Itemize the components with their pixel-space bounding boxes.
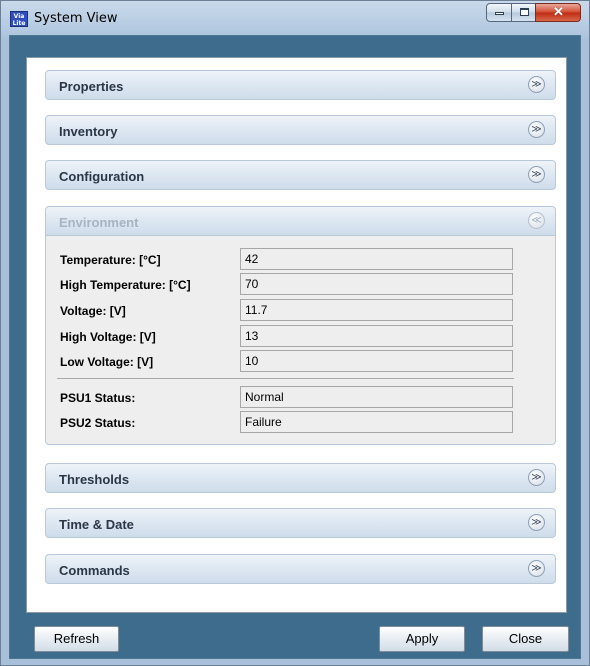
app-logo-icon: Via Lite xyxy=(10,11,28,27)
window-close-button[interactable]: ✕ xyxy=(535,3,581,22)
voltage-field[interactable]: 11.7 xyxy=(240,299,513,321)
chevron-double-down-icon[interactable]: ≫ xyxy=(528,76,545,93)
chevron-double-up-icon[interactable]: ≪ xyxy=(528,212,545,229)
section-inventory-label: Inventory xyxy=(59,124,118,139)
divider xyxy=(57,378,514,379)
section-configuration-label: Configuration xyxy=(59,169,145,184)
section-commands[interactable]: Commands ≫ xyxy=(45,554,556,584)
section-inventory[interactable]: Inventory ≫ xyxy=(45,115,556,145)
high-voltage-label: High Voltage: [V] xyxy=(60,330,156,344)
psu1-status-field[interactable]: Normal xyxy=(240,386,513,408)
high-temperature-field[interactable]: 70 xyxy=(240,273,513,295)
chevron-double-down-icon[interactable]: ≫ xyxy=(528,514,545,531)
temperature-field[interactable]: 42 xyxy=(240,248,513,270)
psu2-status-label: PSU2 Status: xyxy=(60,416,136,430)
section-thresholds-label: Thresholds xyxy=(59,472,130,487)
section-environment-label: Environment xyxy=(59,215,139,230)
section-thresholds[interactable]: Thresholds ≫ xyxy=(45,463,556,493)
section-commands-label: Commands xyxy=(59,563,130,578)
minimize-icon xyxy=(495,12,504,15)
section-properties[interactable]: Properties ≫ xyxy=(45,70,556,100)
psu2-status-field[interactable]: Failure xyxy=(240,411,513,433)
maximize-icon xyxy=(520,8,529,16)
section-time-date-label: Time & Date xyxy=(59,517,134,532)
maximize-button[interactable] xyxy=(511,3,536,22)
low-voltage-field[interactable]: 10 xyxy=(240,350,513,372)
temperature-label: Temperature: [°C] xyxy=(60,253,161,267)
chevron-double-down-icon[interactable]: ≫ xyxy=(528,121,545,138)
window-title: System View xyxy=(34,11,118,26)
refresh-button[interactable]: Refresh xyxy=(34,626,119,652)
high-voltage-field[interactable]: 13 xyxy=(240,325,513,347)
section-environment[interactable]: Environment ≪ xyxy=(45,206,556,236)
close-icon: ✕ xyxy=(553,4,564,19)
section-properties-label: Properties xyxy=(59,79,124,94)
close-button[interactable]: Close xyxy=(482,626,569,652)
chevron-double-down-icon[interactable]: ≫ xyxy=(528,469,545,486)
chevron-double-down-icon[interactable]: ≫ xyxy=(528,560,545,577)
minimize-button[interactable] xyxy=(486,3,512,22)
apply-button[interactable]: Apply xyxy=(379,626,465,652)
psu1-status-label: PSU1 Status: xyxy=(60,391,136,405)
high-temperature-label: High Temperature: [°C] xyxy=(60,278,191,292)
title-bar[interactable]: Via Lite System View ✕ xyxy=(1,1,589,35)
voltage-label: Voltage: [V] xyxy=(60,304,126,318)
section-time-date[interactable]: Time & Date ≫ xyxy=(45,508,556,538)
section-configuration[interactable]: Configuration ≫ xyxy=(45,160,556,190)
low-voltage-label: Low Voltage: [V] xyxy=(60,355,154,369)
chevron-double-down-icon[interactable]: ≫ xyxy=(528,166,545,183)
